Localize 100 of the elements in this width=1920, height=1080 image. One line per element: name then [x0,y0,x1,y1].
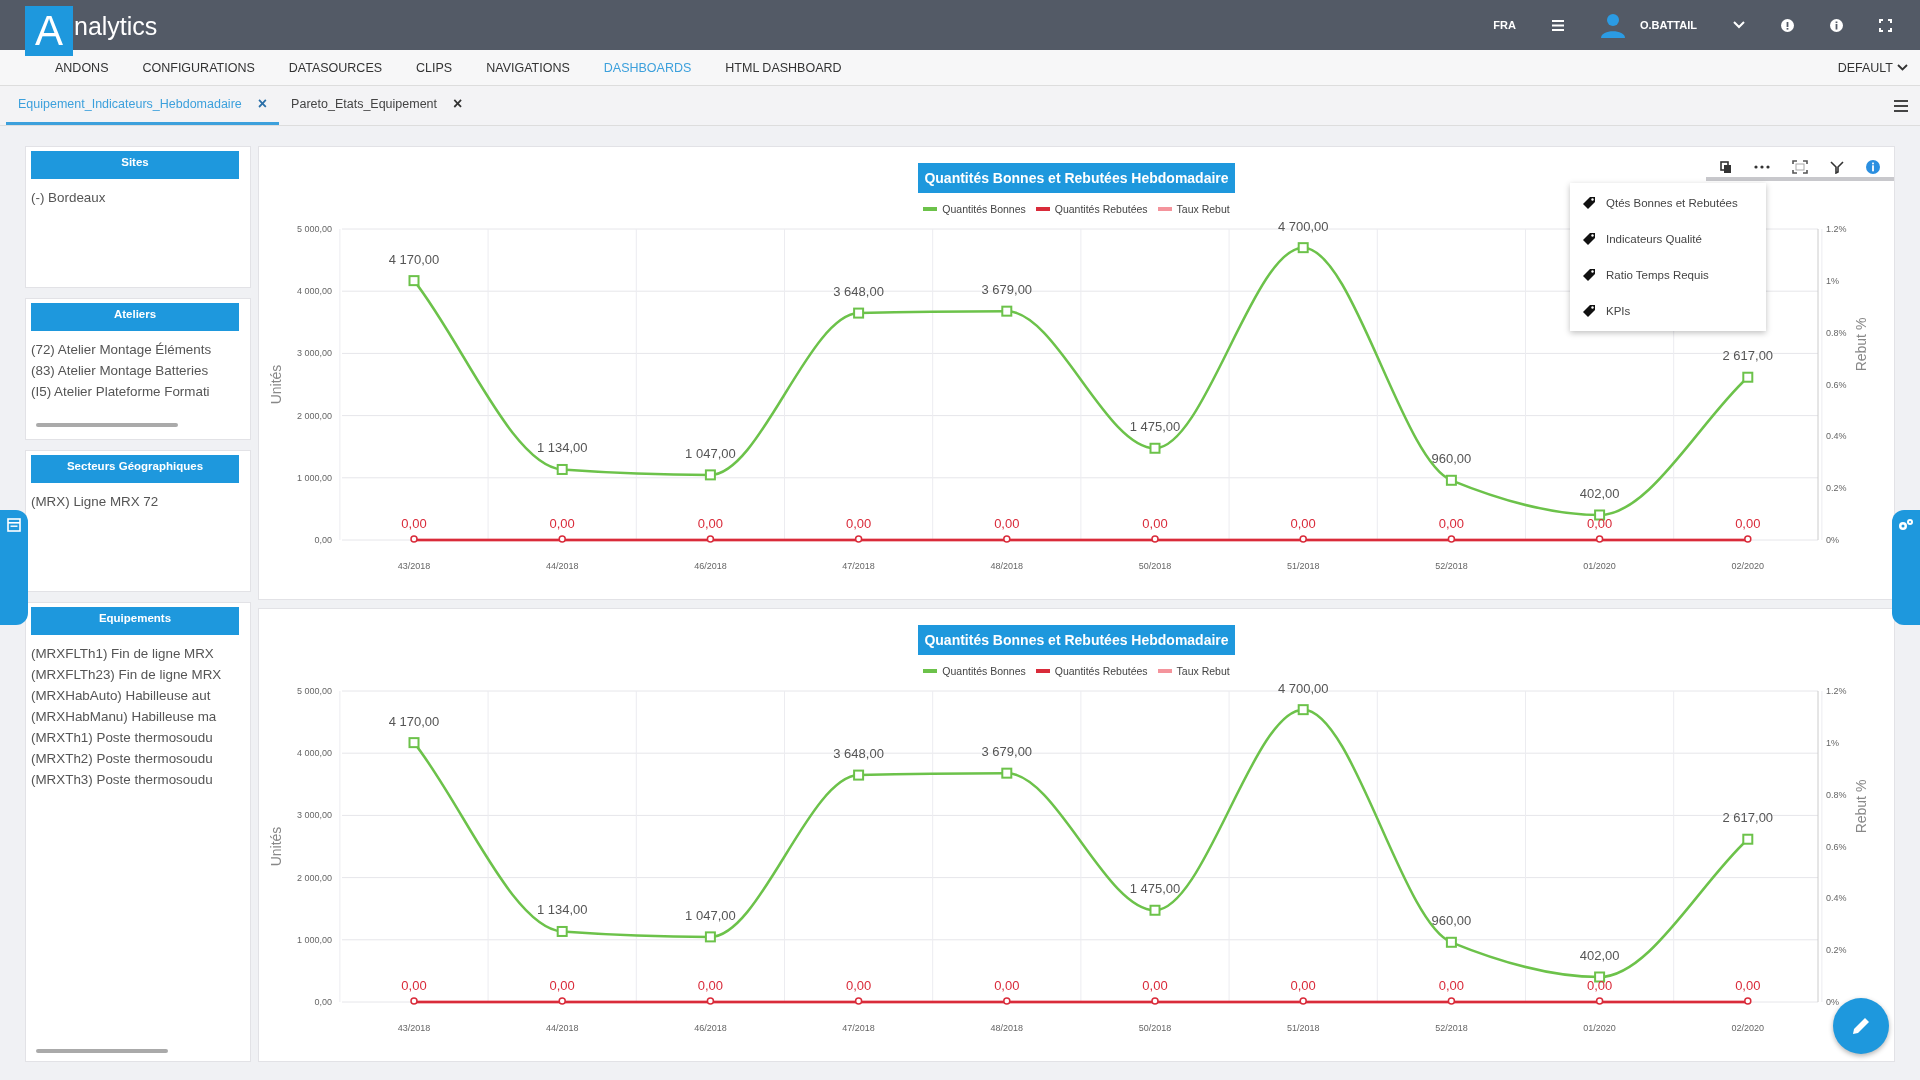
x-tick-label: 44/2018 [545,561,579,571]
x-tick-label: 44/2018 [545,1023,579,1033]
x-tick-label: 50/2018 [1138,561,1172,571]
menu-option[interactable]: Qtés Bonnes et Rebutées [1606,197,1738,209]
filter-option[interactable]: (83) Atelier Montage Batteries [31,360,246,381]
menu-item[interactable]: CLIPS [416,60,453,75]
y-tick-label: 0% [1826,997,1839,1007]
x-tick-label: 46/2018 [694,561,727,571]
y-tick-label: 3 000,00 [296,810,332,821]
more-icon[interactable] [1754,165,1770,169]
data-point [854,535,863,543]
menu-option[interactable]: Indicateurs Qualité [1606,233,1702,245]
y-tick-label: 0.4% [1826,893,1847,904]
y-axis-title: Unités [268,364,284,405]
data-point [1742,833,1754,845]
menu-item[interactable]: HTML DASHBOARD [725,60,842,75]
data-point [1594,971,1606,983]
chevron-down-icon[interactable] [1897,64,1908,71]
user-name[interactable]: O.BATTAIL [1639,19,1697,31]
data-point [1594,509,1606,521]
panel-icon[interactable] [7,518,21,532]
data-label: 4 700,00 [1277,219,1329,234]
x-tick-label: 47/2018 [842,1023,875,1033]
legend-label[interactable]: Taux Rebut [1176,203,1230,215]
legend-label[interactable]: Taux Rebut [1176,665,1230,677]
y-tick-label: 1.2% [1826,686,1847,696]
x-tick-label: 01/2020 [1583,561,1616,571]
close-icon[interactable]: × [257,95,268,113]
data-label: 0,00 [697,978,724,993]
data-point [704,469,716,481]
help-icon[interactable] [1781,18,1794,32]
filter-option[interactable]: (MRXTh2) Poste thermosoudu [31,748,246,769]
filter-icon[interactable] [1830,160,1844,174]
data-label: 0,00 [401,516,427,531]
data-point [1447,535,1456,543]
menu-item[interactable]: CONFIGURATIONS [142,60,255,75]
tag-icon [1582,304,1596,318]
data-label: 4 700,00 [1277,681,1329,696]
menu-item[interactable]: DATASOURCES [288,60,383,75]
menu-option[interactable]: KPIs [1606,305,1631,317]
data-point [1744,535,1752,543]
y-tick-label: 0.2% [1826,483,1847,494]
copy-icon[interactable] [1720,160,1732,174]
data-point [1149,442,1161,454]
filter-title: Sites [31,151,239,179]
filter-option[interactable]: (MRXFLTh23) Fin de ligne MRX [31,664,246,685]
y-tick-label: 4 000,00 [296,286,332,297]
x-tick-label: 50/2018 [1138,1023,1172,1033]
data-point [1445,474,1457,486]
data-label: 0,00 [1586,978,1613,993]
tag-icon [1582,232,1596,246]
language-selector[interactable]: FRA [1493,19,1516,31]
x-tick-label: 43/2018 [397,561,431,571]
filter-title: Equipements [31,607,239,635]
legend-label[interactable]: Quantités Bonnes [942,203,1026,215]
data-label: 2 617,00 [1722,348,1774,364]
menu-item[interactable]: NAVIGATIONS [486,60,570,75]
dashboard-tab[interactable]: Pareto_Etats_Equipement × [279,86,475,125]
data-point [408,275,420,287]
side-panel-handle[interactable] [1892,510,1920,625]
menu-option[interactable]: Ratio Temps Requis [1606,269,1709,281]
filter-option[interactable]: (MRXFLTh1) Fin de ligne MRX [31,643,246,664]
list-icon[interactable] [1551,19,1564,31]
scrollbar[interactable] [36,423,178,427]
filter-option[interactable]: (MRXTh3) Poste thermosoudu [31,769,246,790]
legend-label[interactable]: Quantités Rebutées [1054,665,1148,677]
data-label: 0,00 [1142,516,1168,531]
legend-label[interactable]: Quantités Bonnes [942,665,1026,677]
info-icon[interactable] [1866,160,1880,174]
filter-option[interactable]: (MRXHabAuto) Habilleuse aut [31,685,246,706]
profile-dropdown[interactable]: DEFAULT [1837,60,1908,75]
menu-item[interactable]: ANDONS [55,60,109,75]
data-point [706,535,715,543]
fullscreen-icon[interactable] [1879,18,1892,32]
expand-icon[interactable] [1792,160,1808,174]
close-icon[interactable]: × [453,95,463,113]
scrollbar[interactable] [36,1049,168,1053]
y-axis-title: Rebut % [1853,317,1869,372]
menu-icon[interactable] [1894,99,1908,112]
dashboard-tab[interactable]: Equipement_Indicateurs_Hebdomadaire × [6,86,280,125]
data-point [1299,997,1307,1005]
legend-label[interactable]: Quantités Rebutées [1054,203,1148,215]
x-tick-label: 52/2018 [1435,561,1468,571]
info-icon[interactable] [1830,18,1843,32]
filter-option[interactable]: (I5) Atelier Plateforme Formati [31,381,246,402]
side-panel-handle[interactable] [0,510,28,625]
y-tick-label: 0.6% [1826,841,1847,852]
filter-option[interactable]: (MRXTh1) Poste thermosoudu [31,727,246,748]
y-tick-label: 5 000,00 [296,224,332,234]
filter-option[interactable]: (MRXHabManu) Habilleuse ma [31,706,246,727]
cogs-icon[interactable] [1898,518,1914,532]
filter-option[interactable]: (72) Atelier Montage Éléments [31,339,246,360]
filter-option[interactable]: (MRX) Ligne MRX 72 [31,491,246,512]
data-point [853,307,865,319]
data-point [410,535,418,543]
data-point [853,769,865,781]
data-point [1297,242,1309,254]
x-tick-label: 48/2018 [990,1023,1024,1033]
app-title: nalytics [74,12,158,41]
filter-option[interactable]: (-) Bordeaux [31,187,246,208]
